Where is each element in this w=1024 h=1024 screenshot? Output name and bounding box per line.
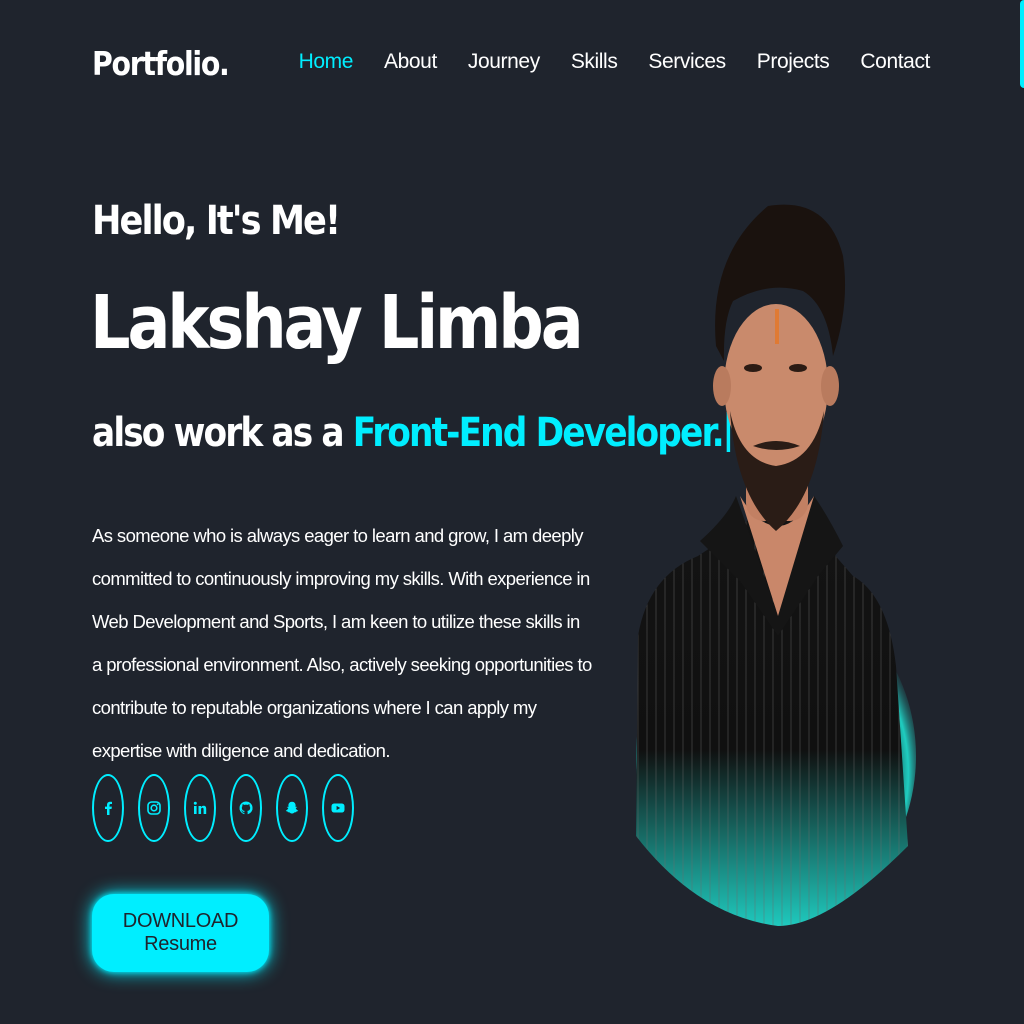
edge-accent [1020,0,1024,88]
nav-projects[interactable]: Projects [757,50,830,74]
instagram-link[interactable] [138,774,170,842]
linkedin-icon [193,801,207,814]
greeting: Hello, It's Me! [92,198,341,244]
nav-services[interactable]: Services [648,50,726,74]
nav-contact[interactable]: Contact [860,50,930,74]
social-links [92,774,354,842]
logo[interactable]: Portfolio. [92,44,230,83]
youtube-icon [331,803,345,813]
profile-photo [636,204,916,926]
role-prefix: also work as a [92,410,345,456]
linkedin-link[interactable] [184,774,216,842]
download-resume-button[interactable]: DOWNLOAD Resume [92,894,269,972]
nav-journey[interactable]: Journey [468,50,540,74]
nav-about[interactable]: About [384,50,437,74]
main-nav: Home About Journey Skills Services Proje… [299,50,931,74]
nav-home[interactable]: Home [299,50,354,74]
hero-name: Lakshay Limba [90,280,584,366]
github-link[interactable] [230,774,262,842]
facebook-link[interactable] [92,774,124,842]
instagram-icon [147,801,161,815]
facebook-icon [105,801,112,815]
github-icon [239,801,253,815]
nav-skills[interactable]: Skills [571,50,618,74]
snapchat-link[interactable] [276,774,308,842]
youtube-link[interactable] [322,774,354,842]
site-header: Portfolio. Home About Journey Skills Ser… [0,0,1024,130]
hero-description: As someone who is always eager to learn … [92,525,592,761]
snapchat-icon [285,801,299,814]
